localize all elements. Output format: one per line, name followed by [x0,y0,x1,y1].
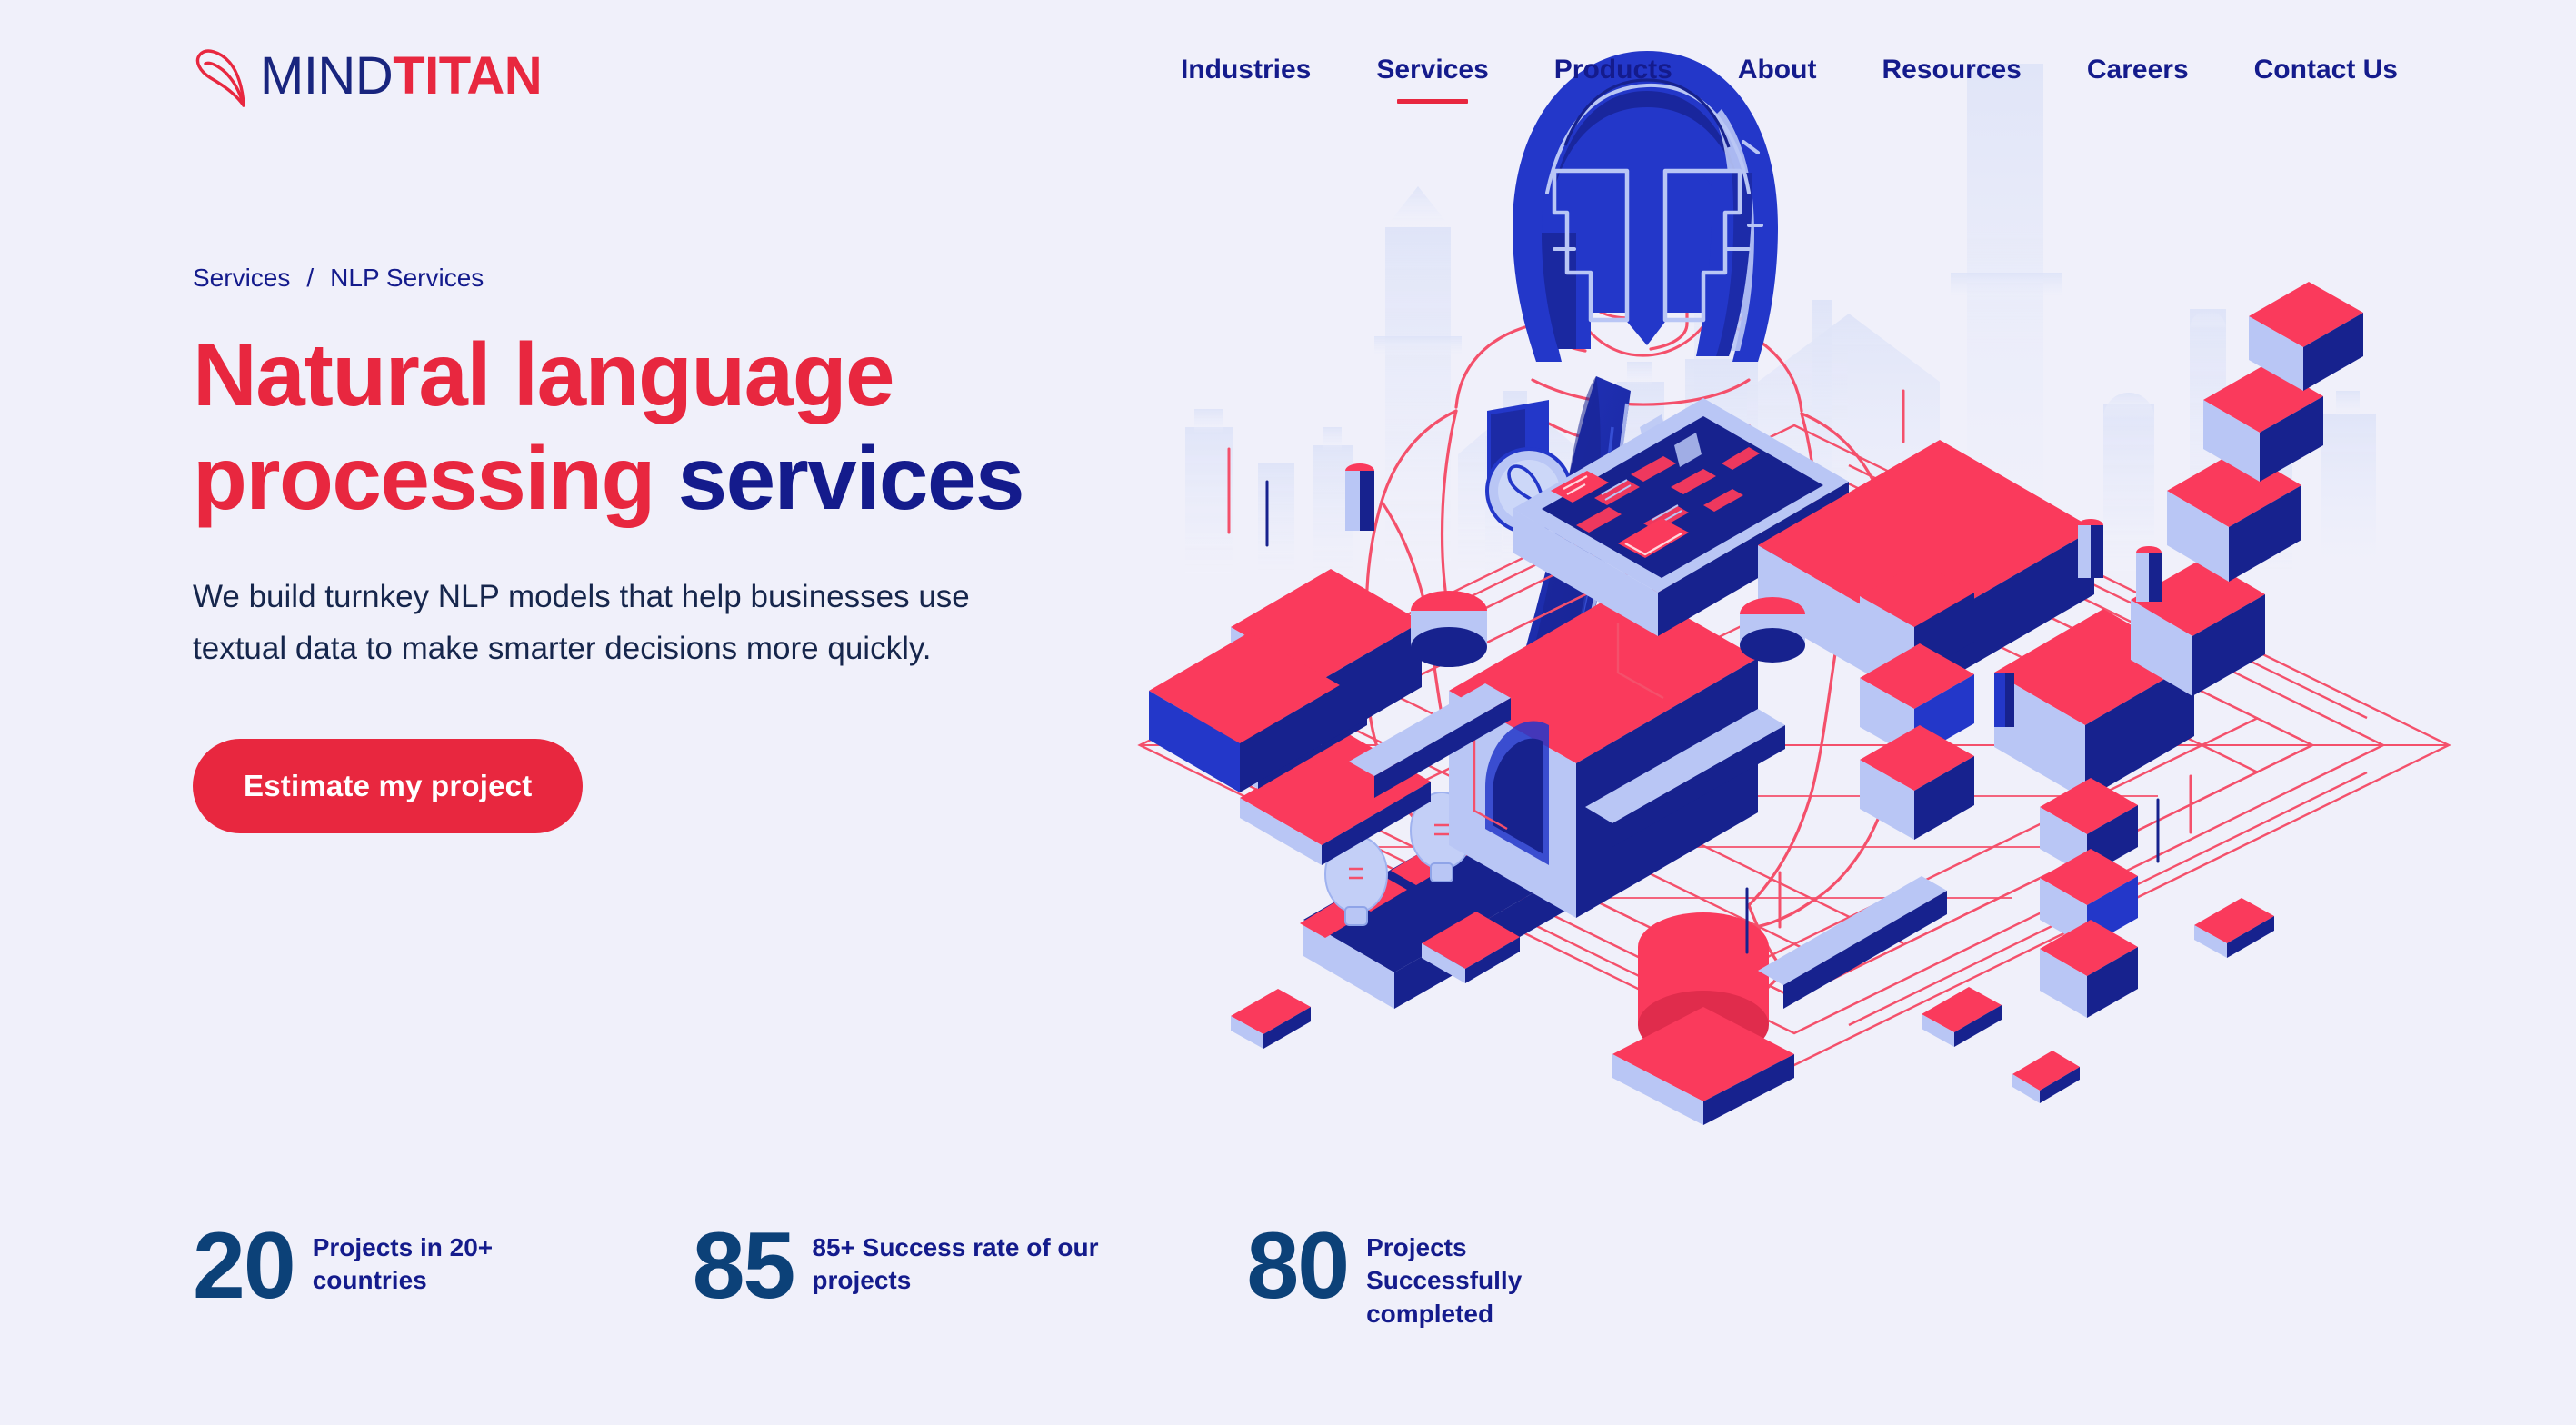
main-navigation: Industries Services Products About Resou… [1181,47,2398,104]
iso-cube-stack-2 [2040,778,2138,1018]
nav-label: About [1737,55,1817,85]
nav-item-contact-us[interactable]: Contact Us [2254,47,2398,93]
breadcrumb-separator: / [306,264,315,292]
estimate-my-project-button[interactable]: Estimate my project [193,738,584,833]
breadcrumb-parent-link[interactable]: Services [193,264,290,293]
hero-illustration [1122,0,2576,1363]
brand-wordmark: MIND TITAN [260,46,543,105]
iso-cylinder-light-2 [1740,597,1805,663]
nav-label: Industries [1180,55,1312,85]
light-bulb [1324,835,1388,926]
iso-pipes [1349,683,1947,1009]
stat-item: 20 Projects in 20+ countries [193,1212,558,1319]
nav-item-services[interactable]: Services [1376,47,1489,104]
nav-label: Careers [2086,55,2189,85]
document-hopper [1513,398,1849,636]
iso-grid-platform [1137,424,2451,1067]
isometric-nlp-factory [1137,282,2451,1125]
brand-logo[interactable]: MIND TITAN [191,42,543,111]
iso-pillars [1345,463,2162,727]
stat-label: 85+ Success rate of our projects [812,1232,1099,1295]
stat-label: Projects Successfully completed [1366,1232,1523,1328]
iso-cylinder-light [1411,591,1487,667]
iso-tiles [1231,898,2274,1103]
nav-active-underline [1397,99,1469,104]
hero-section: Services / NLP Services Natural language… [193,264,1211,833]
nav-label: Products [1553,55,1672,85]
brand-word-mind: MIND [260,46,394,105]
nav-label: Services [1376,55,1489,85]
titan-hands-lineart [1512,667,1636,847]
brand-word-titan: TITAN [393,46,543,105]
nav-item-resources[interactable]: Resources [1882,47,2021,93]
stat-item: 80 Projects Successfully completed [1246,1212,1575,1330]
nav-label: Resources [1882,55,2022,85]
nav-item-about[interactable]: About [1738,47,1817,93]
conveyor-belt [1300,748,1594,1009]
breadcrumb-current[interactable]: NLP Services [330,264,484,293]
titan-figure [1364,51,1902,994]
titan-cape [1456,376,1631,862]
stat-label: Projects in 20+ countries [312,1232,494,1295]
iso-blocks-right [1994,282,2363,800]
nav-item-products[interactable]: Products [1554,47,1672,93]
light-bulb [1495,748,1559,839]
hopper-document-icons [1551,447,1760,558]
stat-number: 85 [692,1212,796,1319]
iso-cube-stack [1860,562,1974,840]
titan-face-lineart [1562,177,1762,357]
iso-platform-right [1758,440,2094,700]
stat-item: 85 85+ Success rate of our projects [692,1212,1113,1319]
iso-accent-ticks [1227,389,2192,954]
shoulder-medallion [1485,400,1573,534]
light-bulb [1410,792,1473,882]
mindtitan-leaf-icon [195,49,245,107]
nav-item-industries[interactable]: Industries [1181,47,1311,93]
page-root: MIND TITAN Industries Services Products A… [0,0,2576,1425]
nav-item-careers[interactable]: Careers [2087,47,2189,93]
stat-number: 20 [193,1212,296,1319]
site-header: MIND TITAN Industries Services Products A… [0,0,2576,159]
iso-block-left [1231,569,1422,745]
titan-body-lineart [1364,271,1902,994]
stats-row: 20 Projects in 20+ countries 85 85+ Succ… [193,1212,1575,1330]
nav-label: Contact Us [2253,55,2398,85]
iso-slabs-left [1176,663,1520,983]
stat-number: 80 [1246,1212,1350,1319]
hero-subtitle: We build turnkey NLP models that help bu… [193,579,970,667]
page-title-accent: services [677,427,1025,528]
iso-arch-tower [1449,585,1758,918]
iso-cylinder-red [1612,912,1794,1125]
page-title: Natural language processing services [193,324,1129,530]
breadcrumb: Services / NLP Services [193,264,1211,293]
